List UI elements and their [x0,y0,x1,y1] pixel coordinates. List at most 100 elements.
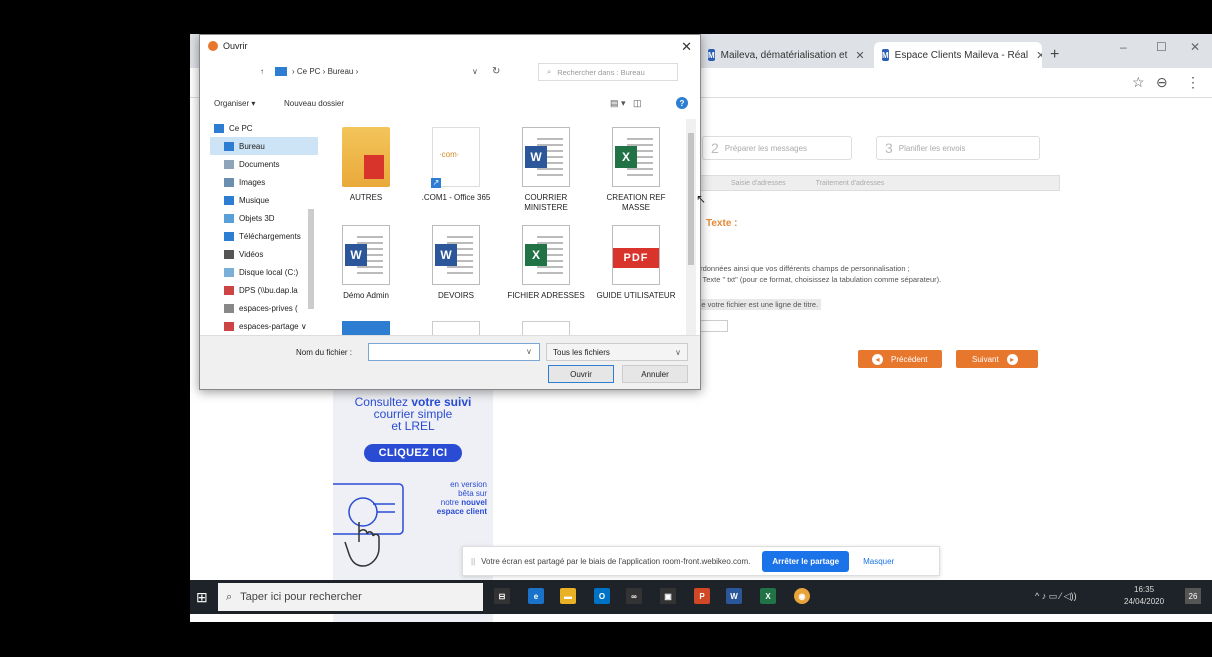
folder-icon [342,127,390,187]
drag-handle-icon[interactable]: || [471,557,475,566]
file-item[interactable]: W DEVOIRS [416,225,496,301]
edge-icon[interactable]: e [528,588,544,604]
browser-tab-maileva[interactable]: M Maileva, dématérialisation et ✕ [700,42,870,68]
taskbar-search[interactable]: ⌕ Taper ici pour rechercher [218,583,483,611]
chevron-down-icon[interactable]: ∨ [526,347,532,356]
nav-item[interactable]: Musique [210,191,318,209]
click-here-button[interactable]: CLIQUEZ ICI [364,444,462,462]
nav-item[interactable]: Vidéos [210,245,318,263]
organize-menu[interactable]: Organiser ▾ [214,99,255,108]
app-icon[interactable]: ∞ [626,588,642,604]
step-plan-sending[interactable]: 3 Planifier les envois [876,136,1040,160]
file-name: AUTRES [349,193,383,202]
subtab-saisie[interactable]: Saisie d'adresses [731,180,786,187]
powerpoint-icon[interactable]: P [694,588,710,604]
nav-item-label: espaces-prives ( [239,303,298,313]
taskbar-clock[interactable]: 16:35 24/04/2020 [1124,584,1164,608]
file-item[interactable]: X FICHIER ADRESSES [506,225,586,301]
browser-menu-icon[interactable]: ⋮ [1186,74,1200,91]
nav-item[interactable]: Documents [210,155,318,173]
nav-item[interactable]: Disque local (C:) [210,263,318,281]
file-type-select[interactable]: Tous les fichiers ∨ [546,343,688,361]
word-icon[interactable]: W [726,588,742,604]
file-item[interactable]: W Démo Admin [326,225,406,301]
nav-item[interactable]: espaces-prives ( [210,299,318,317]
nav-item-label: Musique [239,195,270,205]
folder-icon [224,231,234,241]
previous-button[interactable]: ◂ Précédent [858,350,942,368]
folder-icon [224,285,234,295]
folder-icon [224,267,234,277]
word-document-icon: W [342,225,390,285]
subtab-traitement[interactable]: Traitement d'adresses [816,180,885,187]
close-tab-icon[interactable]: ✕ [855,49,864,62]
cancel-button[interactable]: Annuler [622,365,688,383]
task-view-icon[interactable]: ⊟ [494,588,510,604]
history-dropdown-icon[interactable]: ∨ [472,67,478,76]
view-options-icon[interactable]: ▤ ▾ ◫ [610,98,642,109]
tab-title: Maileva, dématérialisation et [720,49,848,61]
nav-item-label: Disque local (C:) [239,267,299,277]
chrome-icon[interactable]: ◉ [794,588,810,604]
file-name: .COM1 - Office 365 [421,193,491,202]
pdf-document-icon: PDF [612,225,660,285]
nav-item[interactable]: Ce PC [210,119,318,137]
nav-item[interactable]: DPS (\\bu.dap.la [210,281,318,299]
share-message: Votre écran est partagé par le biais de … [481,556,751,566]
nav-scrollbar[interactable] [308,119,314,337]
new-folder-button[interactable]: Nouveau dossier [284,99,344,108]
bookmark-star-icon[interactable]: ☆ [1132,74,1145,91]
open-button[interactable]: Ouvrir [548,365,614,383]
profile-icon[interactable]: ⊖ [1156,74,1168,91]
title-row-option[interactable]: e de votre fichier est une ligne de titr… [688,299,822,310]
shortcut-icon: ·com· ↗ [431,127,480,188]
nav-item-label: Vidéos [239,249,264,259]
outlook-icon[interactable]: O [594,588,610,604]
file-item[interactable]: AUTRES [326,127,406,203]
breadcrumb-bureau[interactable]: Bureau [328,67,354,76]
browser-tab-espace-clients[interactable]: M Espace Clients Maileva - Réal ✕ [874,42,1042,68]
nav-item[interactable]: Objets 3D [210,209,318,227]
monitor-icon[interactable]: ▣ [660,588,676,604]
next-button[interactable]: Suivant ▸ [956,350,1038,368]
file-item[interactable]: PDF GUIDE UTILISATEUR [596,225,676,301]
refresh-icon[interactable]: ↻ [492,66,500,77]
breadcrumb[interactable]: ↑ › Ce PC › Bureau › [260,67,358,76]
dialog-search-input[interactable]: ⌕ Rechercher dans : Bureau [538,63,678,81]
file-name: COURRIER MINISTERE [524,193,568,212]
breadcrumb-pc[interactable]: Ce PC [297,67,321,76]
file-item[interactable]: W COURRIER MINISTERE [506,127,586,213]
files-scrollbar[interactable] [686,119,696,337]
dialog-title-bar: Ouvrir [208,41,248,51]
instruction-line-1: coordonnées ainsi que vos différents cha… [688,264,910,273]
nav-item-label: Objets 3D [239,213,275,223]
filename-input[interactable] [368,343,540,361]
nav-item[interactable]: Téléchargements [210,227,318,245]
system-tray-icons[interactable]: ^ ♪ ▭ ⁄ ◁)) [1035,591,1077,602]
windows-start-icon[interactable]: ⊞ [196,589,208,606]
file-explorer-icon[interactable]: ▬ [560,588,576,604]
hide-banner-link[interactable]: Masquer [863,557,894,566]
dialog-toolbar: Organiser ▾ Nouveau dossier ▤ ▾ ◫ ? [200,93,700,113]
up-arrow-icon[interactable]: ↑ [260,67,264,76]
nav-item[interactable]: espaces-partage ∨ [210,317,318,335]
nav-item[interactable]: Images [210,173,318,191]
new-tab-button[interactable]: + [1050,46,1059,64]
filename-label: Nom du fichier : [296,348,353,357]
file-item[interactable]: ·com· ↗ .COM1 - Office 365 [416,127,496,203]
close-tab-icon[interactable]: ✕ [1036,49,1042,62]
folder-icon [224,213,234,223]
nav-item[interactable]: Bureau [210,137,318,155]
word-document-icon: W [432,225,480,285]
file-name: Démo Admin [343,291,389,300]
file-item[interactable]: X CREATION REF MASSE [596,127,676,213]
step-prepare-messages[interactable]: 2 Préparer les messages [702,136,852,160]
close-window-button[interactable]: ✕ [1190,40,1200,54]
stop-sharing-button[interactable]: Arrêter le partage [762,550,850,572]
notifications-icon[interactable]: 26 [1185,588,1201,604]
maximize-button[interactable]: ☐ [1156,40,1167,54]
minimize-button[interactable]: – [1120,40,1127,54]
help-icon[interactable]: ? [676,97,688,109]
close-dialog-button[interactable]: ✕ [681,39,692,55]
excel-icon[interactable]: X [760,588,776,604]
